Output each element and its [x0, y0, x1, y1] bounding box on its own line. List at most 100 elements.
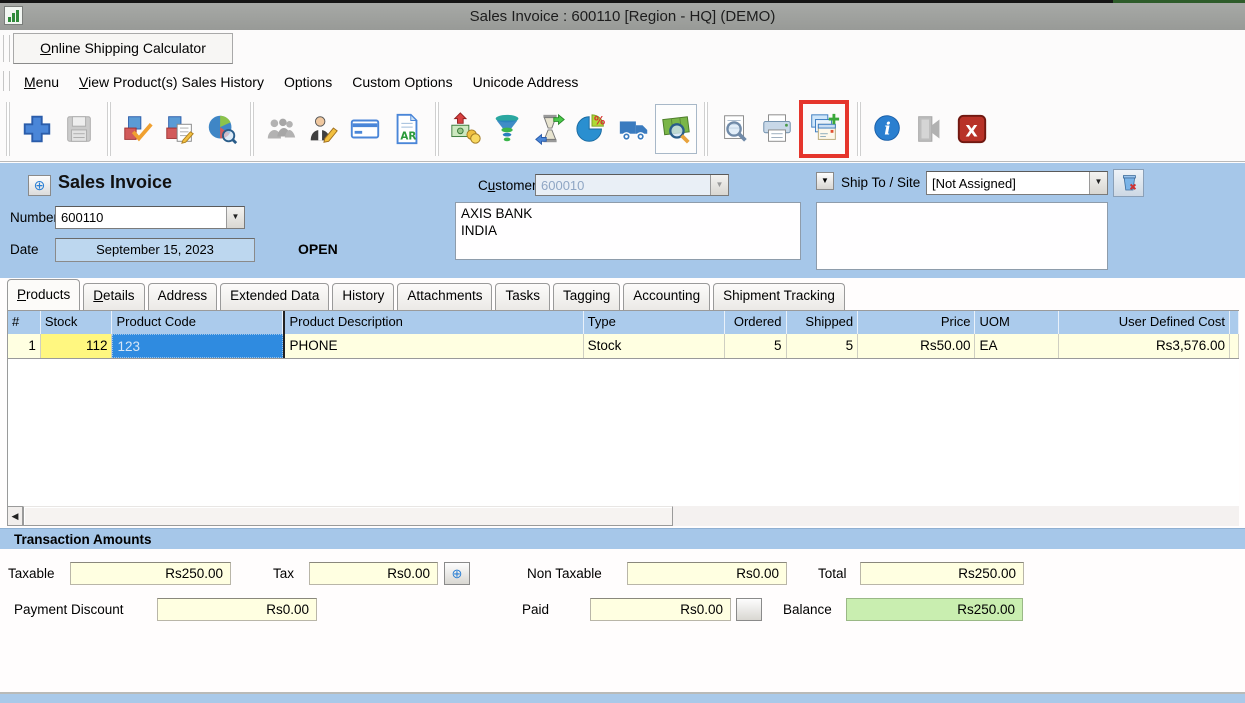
customer-code-value: 600010	[536, 176, 710, 195]
menu-item-custom-options[interactable]: Custom Options	[342, 70, 462, 94]
cell-[interactable]: 1	[8, 334, 41, 358]
toolbar-group	[704, 102, 857, 156]
menu-item-view-product-s-sales-history[interactable]: View Product(s) Sales History	[69, 70, 274, 94]
main-toolbar: AR% i X	[0, 96, 1245, 162]
paid-field[interactable]: Rs0.00	[590, 598, 731, 621]
column-header-product-description[interactable]: Product Description	[283, 311, 583, 334]
cell-uom[interactable]: EA	[975, 334, 1059, 358]
chevron-down-icon[interactable]: ▼	[226, 207, 244, 228]
invoice-number-value: 600110	[56, 208, 226, 227]
toolbar-group	[107, 102, 250, 156]
toolbar-cash-receipt-button[interactable]	[445, 104, 487, 154]
toolbar-new-invoice-button[interactable]	[16, 104, 58, 154]
exit-icon	[913, 112, 947, 146]
transaction-amounts-body: Taxable Rs250.00 Tax Rs0.00 ⊕ Non Taxabl…	[0, 549, 1245, 692]
scrollbar-thumb[interactable]	[23, 506, 673, 526]
column-header-type[interactable]: Type	[584, 311, 725, 334]
tax-detail-button[interactable]: ⊕	[444, 562, 470, 585]
balance-field: Rs250.00	[846, 598, 1023, 621]
payment-discount-label: Payment Discount	[14, 602, 124, 617]
tab-extended-data[interactable]: Extended Data	[220, 283, 329, 310]
customer-address-box[interactable]: AXIS BANK INDIA	[455, 202, 801, 260]
menubar-grip[interactable]	[3, 71, 10, 91]
column-header-uom[interactable]: UOM	[975, 311, 1059, 334]
cell-price[interactable]: Rs50.00	[858, 334, 975, 358]
tax-label: Tax	[273, 566, 294, 581]
toolbar-email-forms-button[interactable]	[803, 104, 845, 154]
form-title: Sales Invoice	[58, 172, 172, 193]
toolbar-product-check-button[interactable]	[117, 104, 159, 154]
tab-shipment-tracking[interactable]: Shipment Tracking	[713, 283, 845, 310]
menu-item-menu[interactable]: Menu	[14, 70, 69, 94]
tab-tasks[interactable]: Tasks	[495, 283, 550, 310]
invoice-number-combo[interactable]: 600110 ▼	[55, 206, 245, 229]
cell-shipped[interactable]: 5	[787, 334, 859, 358]
tab-attachments[interactable]: Attachments	[397, 283, 492, 310]
toolbar-shipping-truck-button[interactable]	[613, 104, 655, 154]
toolbar-info-button[interactable]: i	[867, 104, 909, 154]
cell-type[interactable]: Stock	[584, 334, 725, 358]
table-row[interactable]: 1112123PHONEStock55Rs50.00EARs3,576.00	[8, 334, 1239, 359]
column-header-[interactable]: #	[8, 311, 41, 334]
toolbar-printer-button[interactable]	[756, 104, 798, 154]
tab-products[interactable]: Products	[7, 279, 80, 310]
toolbar-product-analysis-button[interactable]	[201, 104, 243, 154]
shipping-truck-icon	[617, 112, 651, 146]
toolbar-history-hourglass-button[interactable]	[529, 104, 571, 154]
tab-history[interactable]: History	[332, 283, 394, 310]
invoice-date-field[interactable]: September 15, 2023	[55, 238, 255, 262]
tab-tagging[interactable]: Tagging	[553, 283, 620, 310]
cell-user-defined-cost[interactable]: Rs3,576.00	[1059, 334, 1230, 358]
menu-item-unicode-address[interactable]: Unicode Address	[463, 70, 589, 94]
ship-to-label: Ship To / Site	[841, 175, 920, 190]
column-header-ordered[interactable]: Ordered	[725, 311, 787, 334]
scroll-left-icon[interactable]: ◀	[7, 506, 23, 526]
cell-ordered[interactable]: 5	[725, 334, 787, 358]
menu-item-options[interactable]: Options	[274, 70, 342, 94]
column-header-price[interactable]: Price	[858, 311, 975, 334]
toolbar-payment-card-button[interactable]	[344, 104, 386, 154]
printer-icon	[760, 112, 794, 146]
tab-details[interactable]: Details	[83, 283, 144, 310]
cell-stock[interactable]: 112	[41, 334, 113, 358]
toolbar-pie-percent-button[interactable]: %	[571, 104, 613, 154]
cell-product-code[interactable]: 123	[112, 334, 283, 358]
cell-product-description[interactable]: PHONE	[283, 334, 583, 358]
clear-ship-to-button[interactable]	[1113, 169, 1144, 197]
history-hourglass-icon	[533, 112, 567, 146]
tab-accounting[interactable]: Accounting	[623, 283, 710, 310]
column-header-shipped[interactable]: Shipped	[787, 311, 859, 334]
column-header-stock[interactable]: Stock	[41, 311, 113, 334]
status-bar	[0, 694, 1245, 703]
toolbar-funnel-button[interactable]	[487, 104, 529, 154]
ship-to-combo[interactable]: [Not Assigned] ▼	[926, 171, 1108, 195]
online-shipping-calculator-button[interactable]: Online Shipping Calculator	[13, 33, 233, 64]
ship-to-dropdown-button[interactable]: ▼	[816, 172, 834, 190]
svg-text:i: i	[884, 119, 890, 139]
customer-edit-icon	[306, 112, 340, 146]
svg-text:AR: AR	[400, 130, 416, 142]
toolbar-print-preview-button[interactable]	[714, 104, 756, 154]
toolbar-group: AR	[250, 102, 435, 156]
payment-discount-field[interactable]: Rs0.00	[157, 598, 317, 621]
toolbar-grip[interactable]	[3, 35, 10, 62]
non-taxable-field[interactable]: Rs0.00	[627, 562, 787, 585]
column-header-product-code[interactable]: Product Code	[112, 311, 283, 334]
column-header-user-defined-cost[interactable]: User Defined Cost	[1059, 311, 1230, 334]
paid-detail-button[interactable]	[736, 598, 762, 621]
toolbar-product-note-button[interactable]	[159, 104, 201, 154]
ar-document-icon: AR	[390, 112, 424, 146]
tax-field[interactable]: Rs0.00	[309, 562, 438, 585]
ship-to-address-box[interactable]	[816, 202, 1108, 270]
tab-address[interactable]: Address	[148, 283, 218, 310]
chevron-down-icon[interactable]: ▼	[1089, 172, 1107, 194]
expand-invoice-button[interactable]: ⊕	[28, 175, 51, 196]
grid-horizontal-scrollbar[interactable]: ◀	[7, 506, 1239, 526]
toolbar-ar-document-button[interactable]: AR	[386, 104, 428, 154]
toolbar-group	[6, 102, 107, 156]
toolbar-close-button[interactable]: X	[951, 104, 993, 154]
total-label: Total	[818, 566, 847, 581]
toolbar-search-money-button[interactable]	[655, 104, 697, 154]
toolbar-customer-edit-button[interactable]	[302, 104, 344, 154]
taxable-field[interactable]: Rs250.00	[70, 562, 231, 585]
